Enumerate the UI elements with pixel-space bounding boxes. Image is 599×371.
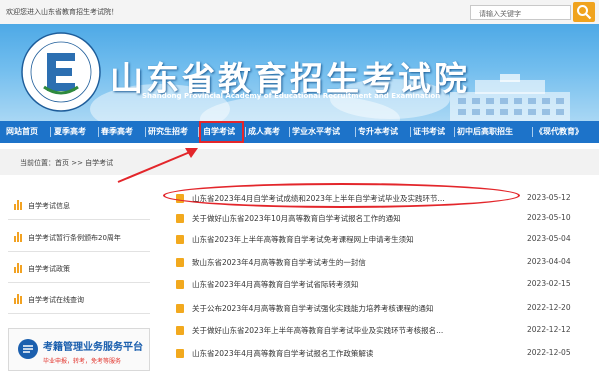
search-input[interactable]: 请输入关键字 (470, 5, 571, 20)
sidebar-item-query[interactable]: 自学考试在线查询 (8, 284, 150, 314)
document-icon (176, 258, 184, 267)
top-bar: 欢迎您进入山东省教育招生考试院！ 请输入关键字 (0, 0, 599, 24)
nav-modern-edu[interactable]: 《现代教育》 (535, 121, 583, 143)
list-item[interactable]: 山东省2023年4月高等教育自学考试省际转考须知 2023-02-15 (170, 274, 592, 294)
platform-title: 考籍管理业务服务平台 (43, 342, 143, 353)
document-icon (176, 280, 184, 289)
document-icon (176, 235, 184, 244)
annotation-arrow (117, 148, 198, 183)
bar-icon (14, 200, 22, 210)
bar-icon (14, 263, 22, 273)
sidebar-item-regulations[interactable]: 自学考试暂行条例颁布20周年 (8, 222, 150, 252)
breadcrumb: 当前位置：首页 >> 自学考试 (20, 159, 114, 167)
document-icon (176, 349, 184, 358)
highlight-oval (163, 183, 520, 208)
platform-subtitle: 毕业申报，转考，免考等服务 (43, 358, 122, 365)
nav-home[interactable]: 网站首页 (6, 121, 38, 143)
platform-logo-icon (18, 339, 38, 359)
nav-upgrade[interactable]: 专升本考试 (358, 121, 398, 143)
site-banner: 山东省教育招生考试院 Shandong Provincial Academy o… (0, 24, 599, 121)
nav-adult-exam[interactable]: 成人高考 (248, 121, 280, 143)
document-icon (176, 304, 184, 313)
list-item[interactable]: 致山东省2023年4月高等教育自学考试考生的一封信 2023-04-04 (170, 252, 592, 272)
building-illustration (450, 74, 570, 121)
list-item[interactable]: 山东省2023年上半年高等教育自学考试免考课程网上申请考生须知 2023-05-… (170, 229, 592, 249)
list-item[interactable]: 关于公布2023年4月高等教育自学考试强化实践能力培养考核课程的通知 2022-… (170, 298, 592, 318)
nav-vocational[interactable]: 初中后高职招生 (457, 121, 513, 143)
sidebar-item-info[interactable]: 自学考试信息 (8, 190, 150, 220)
breadcrumb-bar: 当前位置：首页 >> 自学考试 (0, 149, 599, 175)
document-icon (176, 214, 184, 223)
welcome-text: 欢迎您进入山东省教育招生考试院！ (6, 8, 118, 16)
academy-logo (21, 32, 101, 112)
nav-summer-exam[interactable]: 夏季高考 (54, 121, 86, 143)
bar-icon (14, 232, 22, 242)
list-item[interactable]: 山东省2023年4月高等教育自学考试报名工作政策解读 2022-12-05 (170, 343, 592, 363)
document-icon (176, 326, 184, 335)
sidebar-item-policy[interactable]: 自学考试政策 (8, 253, 150, 283)
bar-icon (14, 294, 22, 304)
list-item[interactable]: 关于做好山东省2023年上半年高等教育自学考试毕业及实践环节考核报名... 20… (170, 320, 592, 340)
search-icon (577, 5, 592, 20)
site-subtitle: Shandong Provincial Academy of Education… (142, 92, 441, 100)
nav-certificate[interactable]: 证书考试 (413, 121, 445, 143)
service-platform-banner[interactable]: 考籍管理业务服务平台 毕业申报，转考，免考等服务 (8, 328, 150, 371)
nav-proficiency[interactable]: 学业水平考试 (292, 121, 340, 143)
main-nav: 网站首页 夏季高考 春季高考 研究生招考 自学考试 成人高考 学业水平考试 专升… (0, 121, 599, 143)
list-item[interactable]: 关于做好山东省2023年10月高等教育自学考试报名工作的通知 2023-05-1… (170, 208, 592, 228)
search-button[interactable] (573, 2, 595, 22)
